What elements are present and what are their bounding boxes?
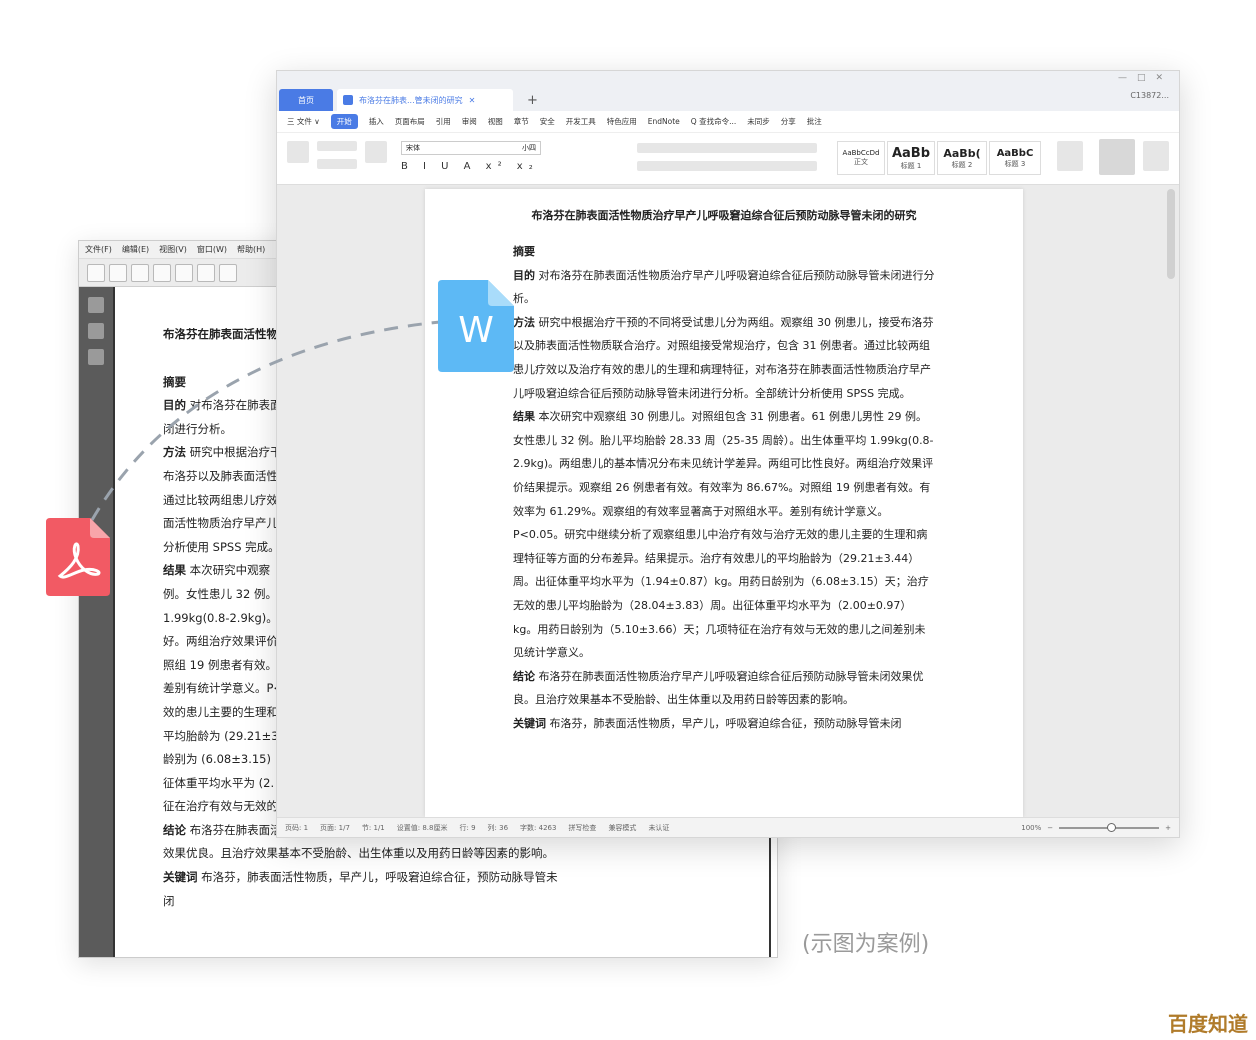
baidu-zhidao-logo: 百度知道	[1168, 1012, 1248, 1036]
pdf-file-icon	[46, 518, 110, 596]
svg-text:W: W	[458, 310, 494, 351]
caption: (示图为案例)	[802, 932, 930, 957]
word-file-icon: W	[438, 280, 514, 372]
connector-path	[90, 320, 441, 521]
dashed-connector	[90, 320, 441, 521]
